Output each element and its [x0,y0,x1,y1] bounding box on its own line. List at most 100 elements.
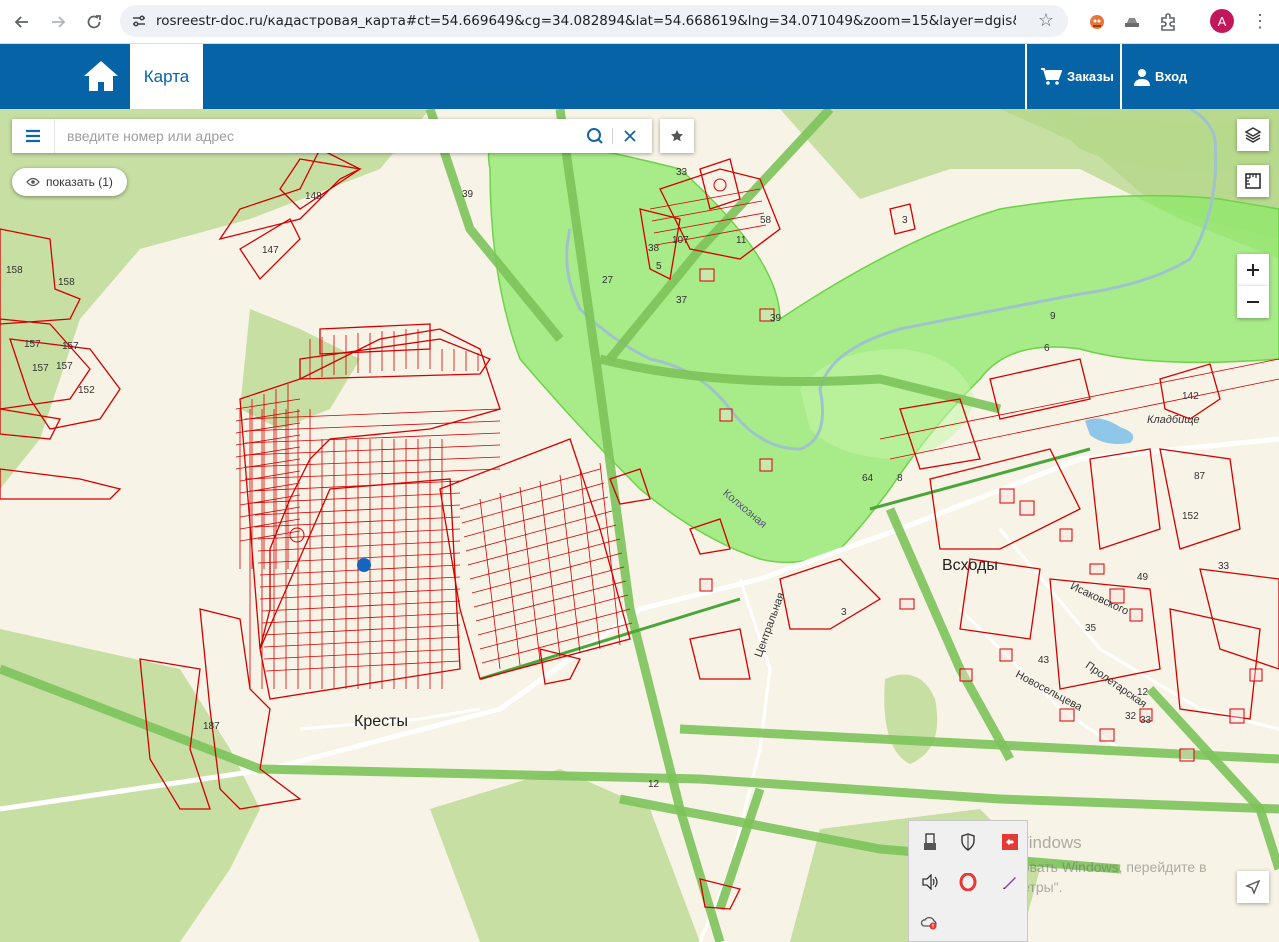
parcel-number: 35 [1085,623,1097,634]
bookmark-star-icon[interactable]: ☆ [1038,10,1054,31]
arrow-left-icon [14,16,28,28]
ruler-button[interactable] [1237,165,1269,197]
close-icon[interactable] [620,126,640,146]
favorites-button[interactable] [660,119,694,153]
volume-icon[interactable] [919,871,941,893]
location-marker [357,558,371,572]
layers-button[interactable] [1237,119,1269,151]
site-settings-icon[interactable] [130,12,148,30]
parcel-number: 3 [902,215,908,226]
place-label: Кресты [354,713,408,730]
header-divider [1025,44,1027,109]
layers-icon [1244,127,1262,143]
parcel-number: 32 [1125,711,1137,722]
zoom-out-button[interactable] [1237,286,1269,318]
parcel-number: 37 [676,295,688,306]
login-button[interactable]: Вход [1134,44,1187,109]
anydesk-icon[interactable] [999,831,1021,853]
menu-button[interactable] [12,119,55,153]
usb-drive-icon[interactable] [919,831,941,853]
show-results-button[interactable]: показать (1) [12,168,127,196]
parcel-number: 3 [841,607,847,618]
security-shield-icon[interactable] [957,831,979,853]
parcel-number: 49 [1137,572,1149,583]
opera-icon[interactable] [957,871,979,893]
geolocate-button[interactable] [1237,871,1269,903]
parcel-number: 33 [676,167,688,178]
map-canvas[interactable]: 148 147 158 158 157 157 157 157 152 39 3… [0,109,1279,942]
parcel-number: 39 [770,313,782,324]
parcel-circle [713,178,727,192]
parcel-number: 64 [862,473,874,484]
browser-toolbar: rosreestr-doc.ru/кадастровая_карта#ct=54… [0,0,1279,44]
browser-menu-icon[interactable]: ⋮ [1250,9,1270,35]
cart-icon [1041,67,1062,85]
parcel-number: 33 [1218,561,1230,572]
eye-icon [26,177,40,187]
parcel-number: 8 [897,473,903,484]
star-icon [671,130,683,142]
landmark-label: Кладбище [1147,414,1200,426]
profile-avatar[interactable]: A [1210,9,1234,33]
parcel-number: 33 [1140,715,1152,726]
tray-overflow-popup [908,820,1028,942]
url-text: rosreestr-doc.ru/кадастровая_карта#ct=54… [156,13,1016,29]
orders-label: Заказы [1067,69,1114,84]
parcel-number: 157 [62,341,79,352]
parcel-number: 152 [1182,511,1199,522]
parcel-number: 6 [1044,343,1050,354]
place-label: Всходы [942,557,998,574]
forest-area [0,109,430,489]
zoom-in-button[interactable] [1237,254,1269,286]
extensions-puzzle-icon[interactable] [1155,9,1181,35]
minus-icon [1247,301,1259,303]
search-divider [612,128,613,144]
parcel-number: 157 [32,363,49,374]
search-input[interactable] [65,120,579,152]
search-icon[interactable] [585,126,605,146]
ruler-icon [1245,173,1261,189]
onedrive-warning-icon[interactable] [919,911,941,933]
lake [1085,418,1134,444]
user-icon [1134,68,1150,86]
parcel-number: 152 [78,385,95,396]
parcel-number: 38 [648,243,660,254]
parcel-number: 12 [648,779,660,790]
forest-area [430,769,700,942]
pen-tool-icon[interactable] [999,871,1021,893]
reload-icon [87,15,101,29]
parcel-number: 43 [1038,655,1050,666]
site-header: Карта Заказы Вход [0,44,1279,109]
home-icon[interactable] [82,58,120,94]
parcel-number: 11 [736,235,747,246]
parcel-number: 9 [1050,311,1056,322]
parcel-number: 157 [56,361,73,372]
map-base-layer [0,109,1279,942]
address-bar[interactable]: rosreestr-doc.ru/кадастровая_карта#ct=54… [120,5,1068,37]
orders-button[interactable]: Заказы [1040,44,1114,109]
show-results-label: показать (1) [46,175,113,189]
parcel-number: 58 [760,215,772,226]
forest-area [0,629,260,942]
protection-zone [487,132,1279,564]
plus-icon [1247,264,1259,276]
parcel-number: 142 [1182,391,1199,402]
forward-button[interactable] [44,8,72,36]
parcel-number: 158 [6,265,23,276]
parcel-number: 147 [262,245,279,256]
back-button[interactable] [8,8,36,36]
parcel-number: 148 [305,191,322,202]
parcel-number: 158 [58,277,75,288]
parcel-number: 27 [602,275,614,286]
parcel-number: 157 [24,339,41,350]
arrow-right-icon [52,16,66,28]
extension-mascot-icon[interactable] [1084,9,1110,35]
parcel-number: 187 [203,721,220,732]
tab-map[interactable]: Карта [130,44,203,109]
parcel-circle [289,527,305,543]
parcel-number: 107 [672,235,689,246]
forest-area [884,674,938,764]
navigation-arrow-icon [1245,879,1261,895]
extension-hat-icon[interactable] [1119,9,1145,35]
reload-button[interactable] [80,8,108,36]
